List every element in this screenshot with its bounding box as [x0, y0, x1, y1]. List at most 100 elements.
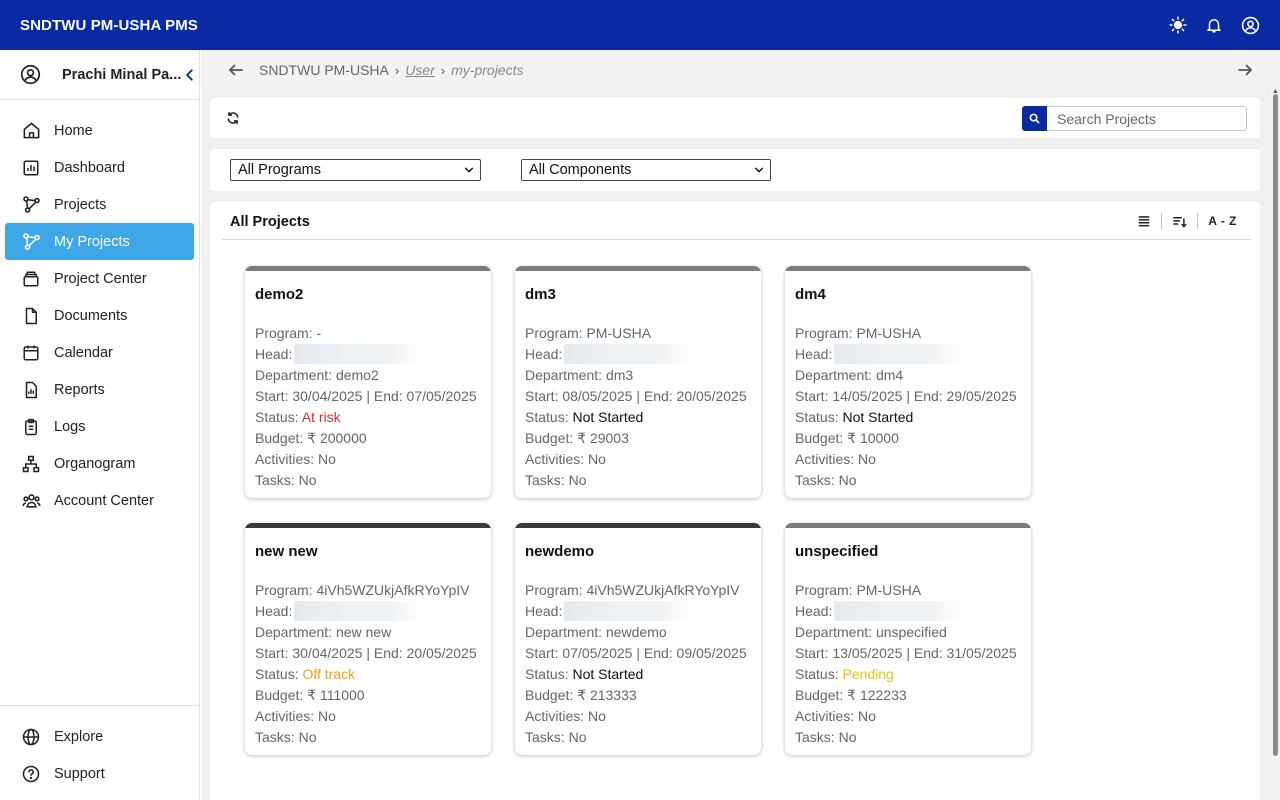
sun-icon[interactable] — [1166, 13, 1190, 37]
tasks-line: Tasks: No — [525, 472, 587, 488]
search-icon — [1029, 113, 1040, 124]
scrollbar-thumb[interactable] — [1273, 94, 1278, 756]
project-card[interactable]: dm3 Program: PM-USHA Head: Department: dm3 S… — [515, 266, 761, 498]
search-input[interactable] — [1047, 106, 1247, 131]
sidebar-item-dashboard[interactable]: Dashboard — [5, 149, 194, 186]
tasks-value: No — [298, 472, 317, 488]
program-value: 4iVh5WZUkjAfkRYoYpIV — [586, 582, 740, 598]
status-value: At risk — [301, 409, 341, 425]
home-icon — [21, 121, 41, 141]
activities-value: No — [858, 451, 876, 467]
breadcrumb-user-link[interactable]: User — [405, 62, 435, 78]
project-card[interactable]: dm4 Program: PM-USHA Head: Department: dm4 S… — [785, 266, 1031, 498]
dates-line: Start: 30/04/2025 | End: 20/05/2025 — [255, 645, 477, 661]
sidebar-item-documents[interactable]: Documents — [5, 297, 194, 334]
tasks-value: No — [568, 472, 587, 488]
view-tools: A - Z — [1127, 211, 1247, 231]
list-view-icon[interactable] — [1127, 211, 1161, 231]
head-redacted — [564, 601, 695, 621]
help-circle-icon — [21, 764, 41, 784]
dates-line: Start: 13/05/2025 | End: 31/05/2025 — [795, 645, 1017, 661]
scrollbar[interactable]: ▲ — [1271, 88, 1280, 800]
sidebar-item-home[interactable]: Home — [5, 112, 194, 149]
projects-title: All Projects — [230, 214, 310, 230]
department-line: Department: unspecified — [795, 624, 947, 640]
department-line: Department: newdemo — [525, 624, 667, 640]
forward-arrow-icon[interactable] — [1234, 59, 1256, 81]
sidebar-item-logs[interactable]: Logs — [5, 408, 194, 445]
tasks-line: Tasks: No — [255, 729, 317, 745]
sidebar-item-label: Documents — [54, 307, 128, 324]
sidebar-item-organogram[interactable]: Organogram — [5, 445, 194, 482]
projects-panel: All Projects A - Z demo2 Program: - Head: D… — [210, 202, 1260, 800]
department-line: Department: dm3 — [525, 367, 634, 383]
budget-line: Budget: ₹ 213333 — [525, 687, 637, 703]
program-filter-select[interactable]: All Programs — [230, 159, 481, 181]
collapse-sidebar-chevron-icon[interactable] — [179, 64, 201, 86]
project-details: Program: 4iVh5WZUkjAfkRYoYpIV Head: Depart… — [525, 580, 747, 748]
status-line: Status: Not Started — [525, 409, 644, 425]
sidebar-bottom: Explore Support — [0, 705, 199, 792]
sidebar-item-my-projects[interactable]: My Projects — [5, 223, 194, 260]
refresh-icon[interactable] — [224, 109, 242, 127]
globe-icon — [21, 727, 41, 747]
head-redacted — [834, 601, 965, 621]
component-filter-select[interactable]: All Components — [521, 159, 771, 181]
sidebar-item-reports[interactable]: Reports — [5, 371, 194, 408]
project-card[interactable]: new new Program: 4iVh5WZUkjAfkRYoYpIV Head… — [245, 523, 491, 755]
end-date: 20/05/2025 — [406, 645, 477, 661]
sort-az-toggle[interactable]: A - Z — [1198, 211, 1247, 231]
calendar-icon — [21, 343, 41, 363]
head-line: Head: — [795, 344, 1017, 365]
program-value: PM-USHA — [856, 325, 922, 341]
start-date: 30/04/2025 — [292, 388, 363, 404]
account-circle-icon[interactable] — [1238, 13, 1262, 37]
sidebar-item-project-center[interactable]: Project Center — [5, 260, 194, 297]
sidebar-item-account-center[interactable]: Account Center — [5, 482, 194, 519]
start-date: 30/04/2025 — [292, 645, 363, 661]
sidebar-item-label: Logs — [54, 418, 86, 435]
back-arrow-icon[interactable] — [225, 59, 247, 81]
end-date: 29/05/2025 — [946, 388, 1017, 404]
project-card[interactable]: unspecified Program: PM-USHA Head: Departme… — [785, 523, 1031, 755]
sidebar-item-calendar[interactable]: Calendar — [5, 334, 194, 371]
head-redacted — [294, 601, 425, 621]
program-line: Program: 4iVh5WZUkjAfkRYoYpIV — [255, 582, 470, 598]
status-value: Pending — [842, 666, 894, 682]
sidebar-item-support[interactable]: Support — [5, 755, 194, 792]
department-value: newdemo — [605, 624, 667, 640]
main-content: SNDTWU PM-USHA › User › my-projects All … — [201, 50, 1280, 800]
bell-icon[interactable] — [1202, 13, 1226, 37]
user-profile-row[interactable]: Prachi Minal Pa... — [0, 50, 199, 100]
project-details: Program: PM-USHA Head: Department: unspeci… — [795, 580, 1017, 748]
end-date: 31/05/2025 — [946, 645, 1017, 661]
user-avatar-icon — [19, 64, 41, 86]
app-title: SNDTWU PM-USHA PMS — [20, 16, 198, 34]
project-card[interactable]: newdemo Program: 4iVh5WZUkjAfkRYoYpIV Head… — [515, 523, 761, 755]
filter-panel: All Programs All Components — [210, 149, 1260, 191]
card-top-stripe — [515, 266, 761, 271]
sidebar-item-explore[interactable]: Explore — [5, 718, 194, 755]
head-line: Head: — [525, 344, 747, 365]
search-button[interactable] — [1022, 106, 1047, 131]
chevron-down-icon — [752, 163, 766, 177]
user-name: Prachi Minal Pa... — [62, 66, 182, 83]
department-value: demo2 — [335, 367, 379, 383]
budget-line: Budget: ₹ 111000 — [255, 687, 365, 703]
breadcrumb-root[interactable]: SNDTWU PM-USHA — [259, 62, 389, 78]
head-line: Head: — [255, 601, 477, 622]
sidebar-item-label: Dashboard — [54, 159, 125, 176]
sidebar: Prachi Minal Pa... Home Dashboard Projec… — [0, 50, 200, 800]
program-line: Program: PM-USHA — [795, 325, 922, 341]
sidebar-item-label: Project Center — [54, 270, 147, 287]
sidebar-item-projects[interactable]: Projects — [5, 186, 194, 223]
dates-line: Start: 08/05/2025 | End: 20/05/2025 — [525, 388, 747, 404]
department-value: unspecified — [875, 624, 947, 640]
department-line: Department: demo2 — [255, 367, 379, 383]
project-details: Program: PM-USHA Head: Department: dm4 Star… — [795, 323, 1017, 491]
archive-box-icon — [21, 269, 41, 289]
card-top-stripe — [245, 523, 491, 528]
toolbar-panel — [210, 98, 1260, 138]
sort-icon[interactable] — [1162, 211, 1197, 231]
project-card[interactable]: demo2 Program: - Head: Department: demo2 Sta… — [245, 266, 491, 498]
